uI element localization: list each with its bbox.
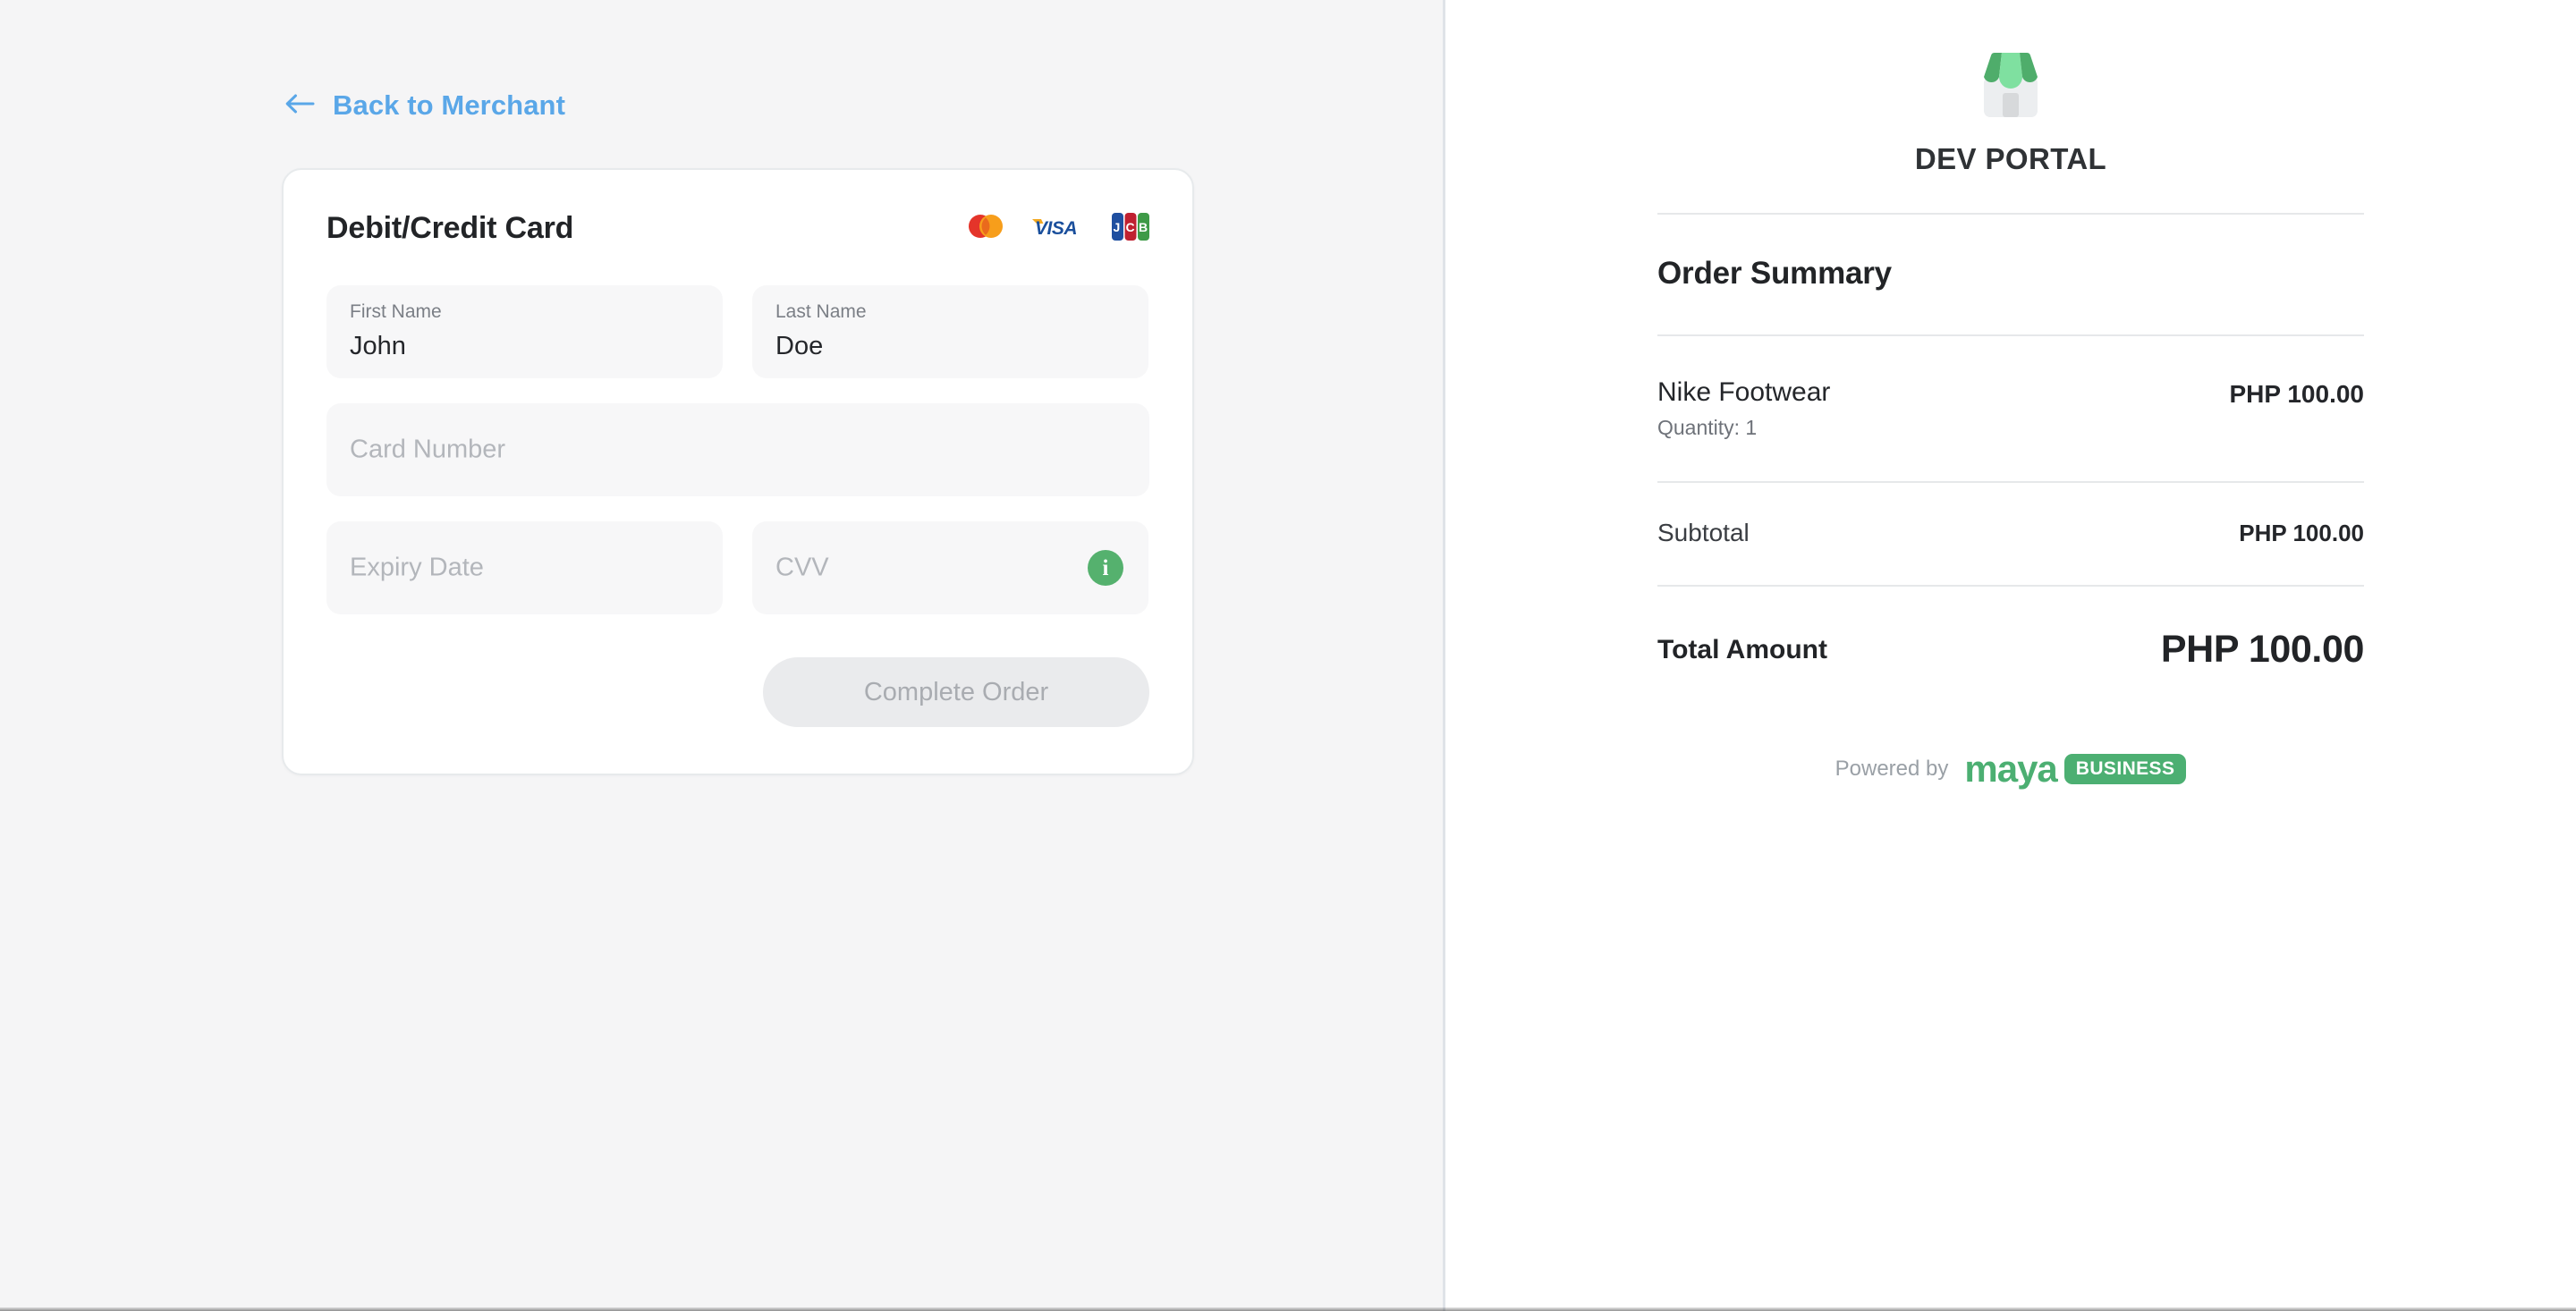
first-name-label: First Name (350, 301, 442, 322)
line-item-quantity: Quantity: 1 (1657, 416, 1758, 439)
back-to-merchant-label: Back to Merchant (333, 89, 565, 121)
merchant-block: DEV PORTAL (1657, 43, 2364, 176)
info-icon-glyph: i (1102, 555, 1109, 580)
order-line-item: Nike Footwear Quantity: 1 PHP 100.00 (1657, 377, 2364, 440)
last-name-label: Last Name (775, 301, 867, 322)
last-name-value: Doe (775, 332, 824, 360)
card-number-field[interactable]: Card Number (326, 403, 1149, 496)
maya-business-logo: maya BUSINESS (1964, 748, 2187, 790)
card-form-header: Debit/Credit Card VISA J C B (326, 211, 1149, 246)
visa-logo: VISA (1031, 215, 1087, 242)
items-divider (1657, 481, 2364, 483)
storefront-icon (1975, 43, 2046, 123)
last-name-field[interactable]: Last Name Doe (752, 285, 1148, 378)
svg-text:B: B (1139, 220, 1148, 234)
card-number-row: Card Number (326, 403, 1149, 496)
merchant-divider (1657, 213, 2364, 215)
expiry-date-field[interactable]: Expiry Date (326, 521, 723, 614)
total-amount-label: Total Amount (1657, 634, 1827, 664)
expiry-cvv-row: Expiry Date CVV i (326, 521, 1149, 614)
line-item-name: Nike Footwear (1657, 377, 1831, 407)
submit-row: Complete Order (326, 657, 1149, 727)
merchant-name: DEV PORTAL (1914, 142, 2107, 175)
total-row: Total Amount PHP 100.00 (1657, 628, 2364, 672)
checkout-page: Back to Merchant Debit/Credit Card VISA … (0, 0, 2576, 1311)
svg-text:VISA: VISA (1035, 218, 1077, 238)
line-item-price: PHP 100.00 (2229, 380, 2365, 408)
svg-text:C: C (1126, 220, 1135, 234)
back-to-merchant-link[interactable]: Back to Merchant (284, 89, 565, 122)
cvv-placeholder: CVV (775, 553, 829, 582)
order-summary-title: Order Summary (1657, 256, 1892, 291)
summary-title-divider (1657, 334, 2364, 336)
complete-order-button[interactable]: Complete Order (763, 657, 1149, 727)
accepted-card-brands: VISA J C B (965, 212, 1149, 245)
business-badge: BUSINESS (2063, 754, 2187, 784)
order-summary-pane: DEV PORTAL Order Summary Nike Footwear Q… (1445, 0, 2576, 1311)
expiry-date-placeholder: Expiry Date (350, 553, 484, 582)
svg-text:J: J (1114, 220, 1121, 234)
subtotal-row: Subtotal PHP 100.00 (1657, 519, 2364, 547)
order-summary-container: DEV PORTAL Order Summary Nike Footwear Q… (1657, 0, 2364, 1311)
first-name-field[interactable]: First Name John (326, 285, 723, 378)
debit-credit-card-form: Debit/Credit Card VISA J C B First Name … (282, 168, 1194, 775)
maya-wordmark: maya (1964, 748, 2057, 790)
name-field-row: First Name John Last Name Doe (326, 285, 1149, 378)
cvv-field[interactable]: CVV i (752, 521, 1148, 614)
info-icon[interactable]: i (1088, 550, 1123, 586)
arrow-left-icon (284, 92, 315, 120)
card-form-title: Debit/Credit Card (326, 211, 574, 245)
powered-by-footer: Powered by maya BUSINESS (1657, 750, 2364, 788)
payment-pane: Back to Merchant Debit/Credit Card VISA … (0, 0, 1445, 1311)
subtotal-value: PHP 100.00 (2239, 519, 2364, 546)
subtotal-label: Subtotal (1657, 519, 1750, 546)
subtotal-divider (1657, 585, 2364, 587)
powered-by-label: Powered by (1835, 757, 1949, 781)
mastercard-logo (965, 213, 1006, 244)
total-amount-value: PHP 100.00 (2160, 628, 2365, 671)
jcb-logo: J C B (1112, 212, 1149, 245)
line-item-info: Nike Footwear Quantity: 1 (1657, 377, 1830, 440)
card-number-placeholder: Card Number (350, 435, 506, 464)
first-name-value: John (350, 332, 406, 360)
